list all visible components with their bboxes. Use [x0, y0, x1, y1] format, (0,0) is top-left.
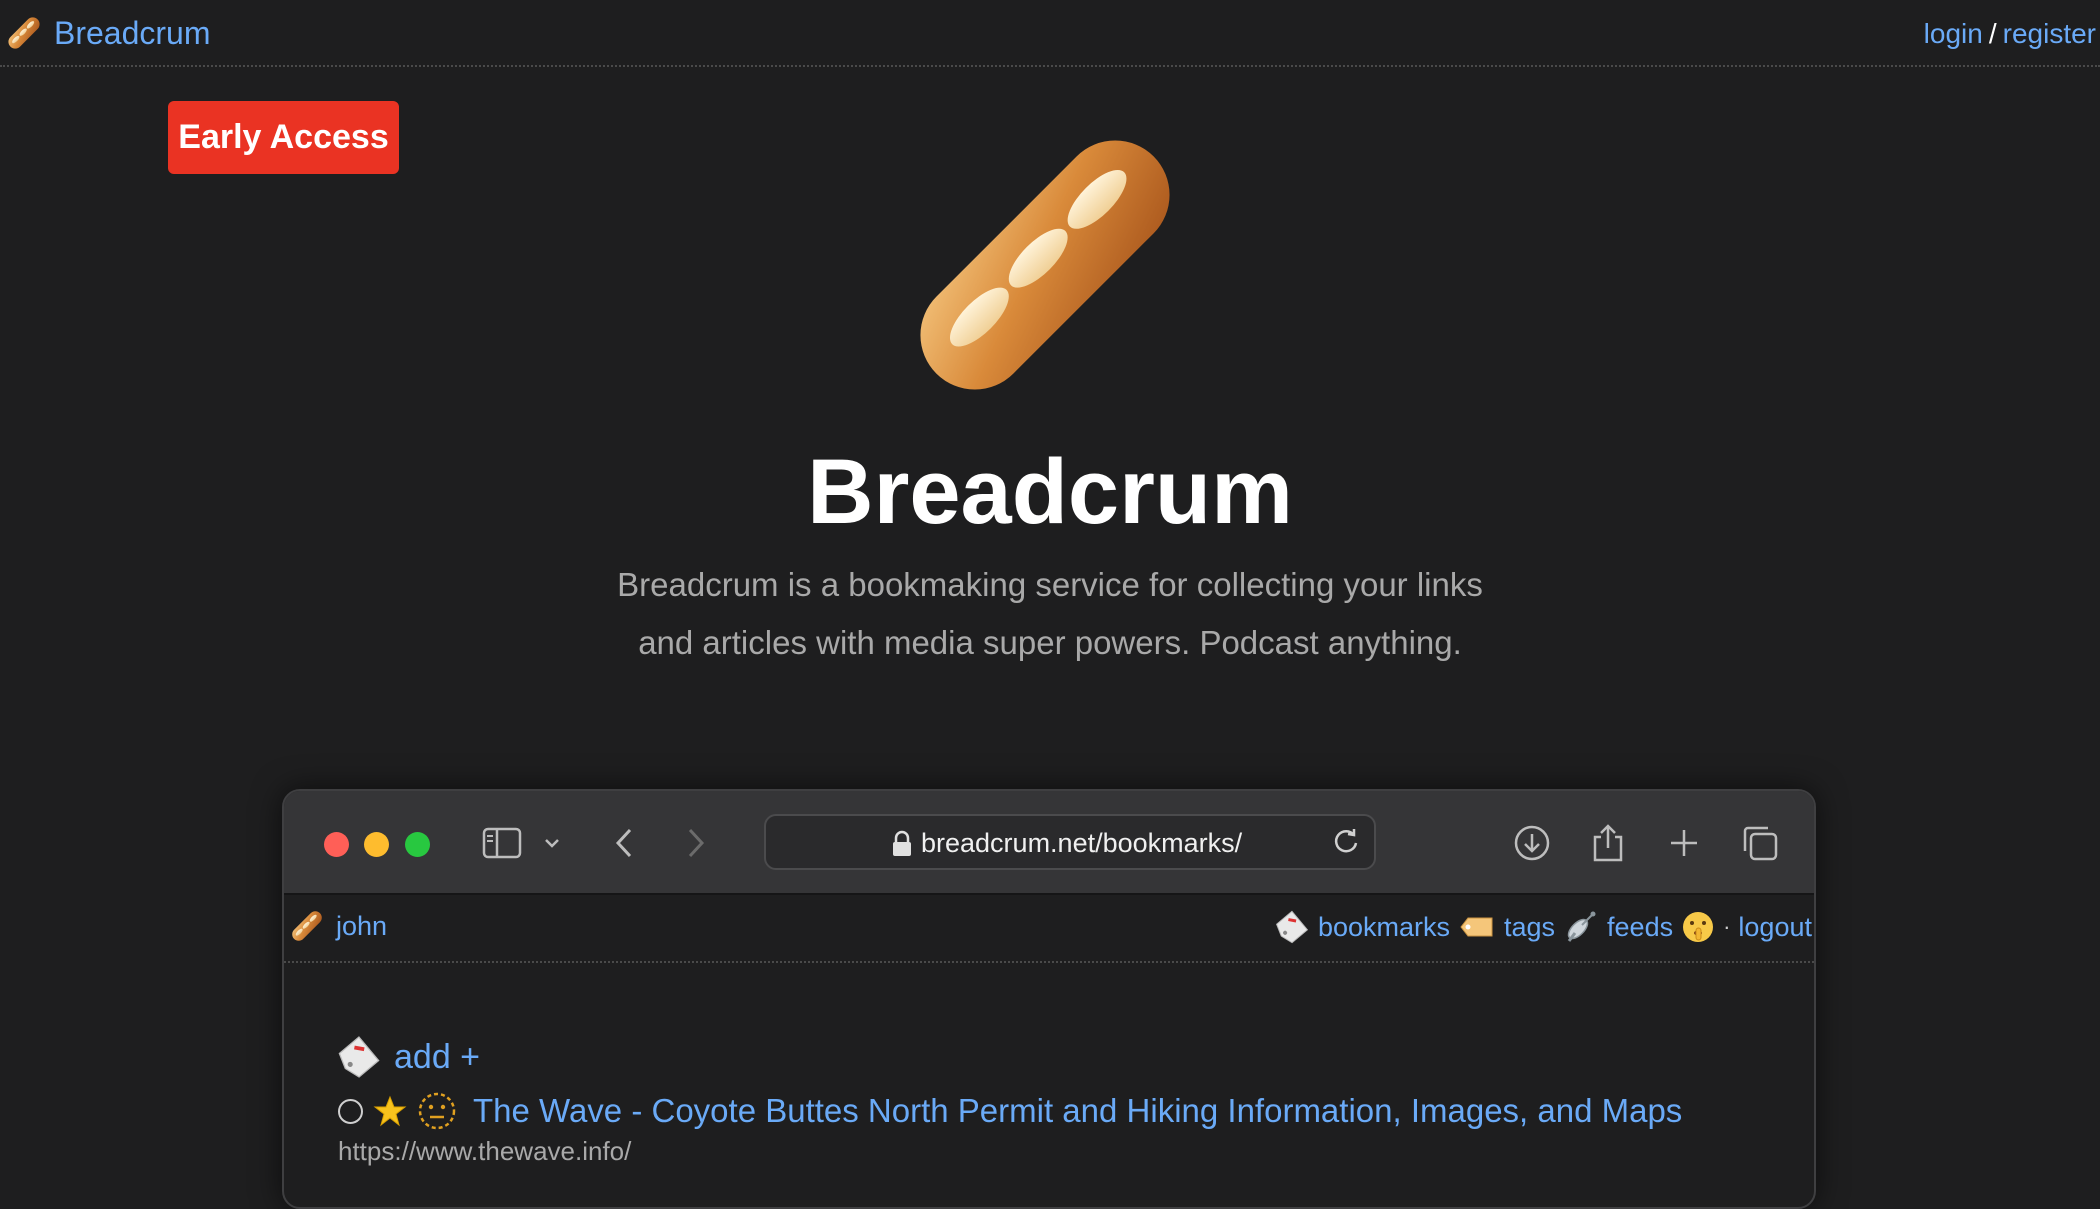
nav-separator: ·: [1723, 914, 1731, 939]
tag-icon: [1460, 917, 1493, 937]
chevron-down-icon: [540, 821, 564, 865]
bookmark-title-link[interactable]: The Wave - Coyote Buttes North Permit an…: [473, 1092, 1682, 1130]
sidebar-icon: [480, 821, 524, 865]
address-bar: breadcrum.net/bookmarks/: [764, 814, 1376, 870]
bookmark-tag-icon: [1275, 910, 1309, 944]
address-text: breadcrum.net/bookmarks/: [921, 828, 1243, 858]
auth-links: login / register: [1924, 12, 2096, 56]
bookmark-row: The Wave - Coyote Buttes North Permit an…: [338, 1091, 1682, 1131]
tab-overview-icon: [1740, 821, 1780, 865]
reload-icon: [1334, 829, 1358, 853]
back-icon: [609, 821, 639, 865]
download-icon: [1512, 821, 1552, 865]
bookmark-select-toggle[interactable]: [338, 1098, 363, 1124]
auth-separator: /: [1988, 18, 1997, 49]
new-tab-icon: [1664, 821, 1704, 865]
bookmark-url: https://www.thewave.info/: [338, 1136, 632, 1166]
brand-name: Breadcrum: [54, 14, 211, 51]
lock-icon: [893, 830, 911, 856]
login-link[interactable]: login: [1924, 18, 1983, 50]
hero-description-line: Breadcrum is a bookmaking service for co…: [617, 566, 1483, 603]
bookmark-tag-icon: [338, 1036, 380, 1078]
user-link[interactable]: john: [288, 907, 387, 945]
hero-description: Breadcrum is a bookmaking service for co…: [550, 556, 1550, 672]
bread-icon: [897, 117, 1193, 413]
satellite-icon: [1567, 911, 1596, 942]
register-link[interactable]: register: [2003, 18, 2096, 50]
hero-title: Breadcrum: [807, 441, 1293, 543]
brand-link[interactable]: Breadcrum: [4, 8, 211, 58]
star-icon[interactable]: [373, 1094, 407, 1128]
share-icon: [1588, 821, 1628, 865]
forward-icon: [681, 821, 711, 865]
add-bookmark-label: add +: [394, 1037, 481, 1076]
browser-screenshot: breadcrum.net/bookmarks/ john bookmarks …: [282, 789, 1816, 1209]
feeds-link[interactable]: feeds: [1607, 912, 1673, 943]
browser-toolbar: breadcrum.net/bookmarks/: [284, 791, 1814, 895]
hero-description-line: and articles with media super powers. Po…: [638, 624, 1462, 661]
username: john: [336, 910, 388, 941]
neutral-face-icon: [418, 1092, 456, 1130]
top-navigation: Breadcrum login / register: [0, 0, 2100, 67]
logout-link[interactable]: logout: [1738, 912, 1812, 943]
early-access-button[interactable]: Early Access: [168, 101, 399, 174]
bread-icon: [5, 14, 43, 52]
bread-icon: [289, 908, 325, 944]
bookmarks-link[interactable]: bookmarks: [1318, 912, 1450, 943]
zoom-window-icon: [405, 832, 430, 857]
close-window-icon: [324, 832, 349, 857]
inner-navigation: john bookmarks tags feeds · logout: [284, 895, 1814, 963]
shushing-face-icon: [1683, 912, 1714, 942]
minimize-window-icon: [364, 832, 389, 857]
inner-links: bookmarks tags feeds · logout: [1274, 907, 1812, 947]
tags-link[interactable]: tags: [1504, 912, 1555, 943]
add-bookmark-link[interactable]: add +: [336, 1034, 480, 1080]
